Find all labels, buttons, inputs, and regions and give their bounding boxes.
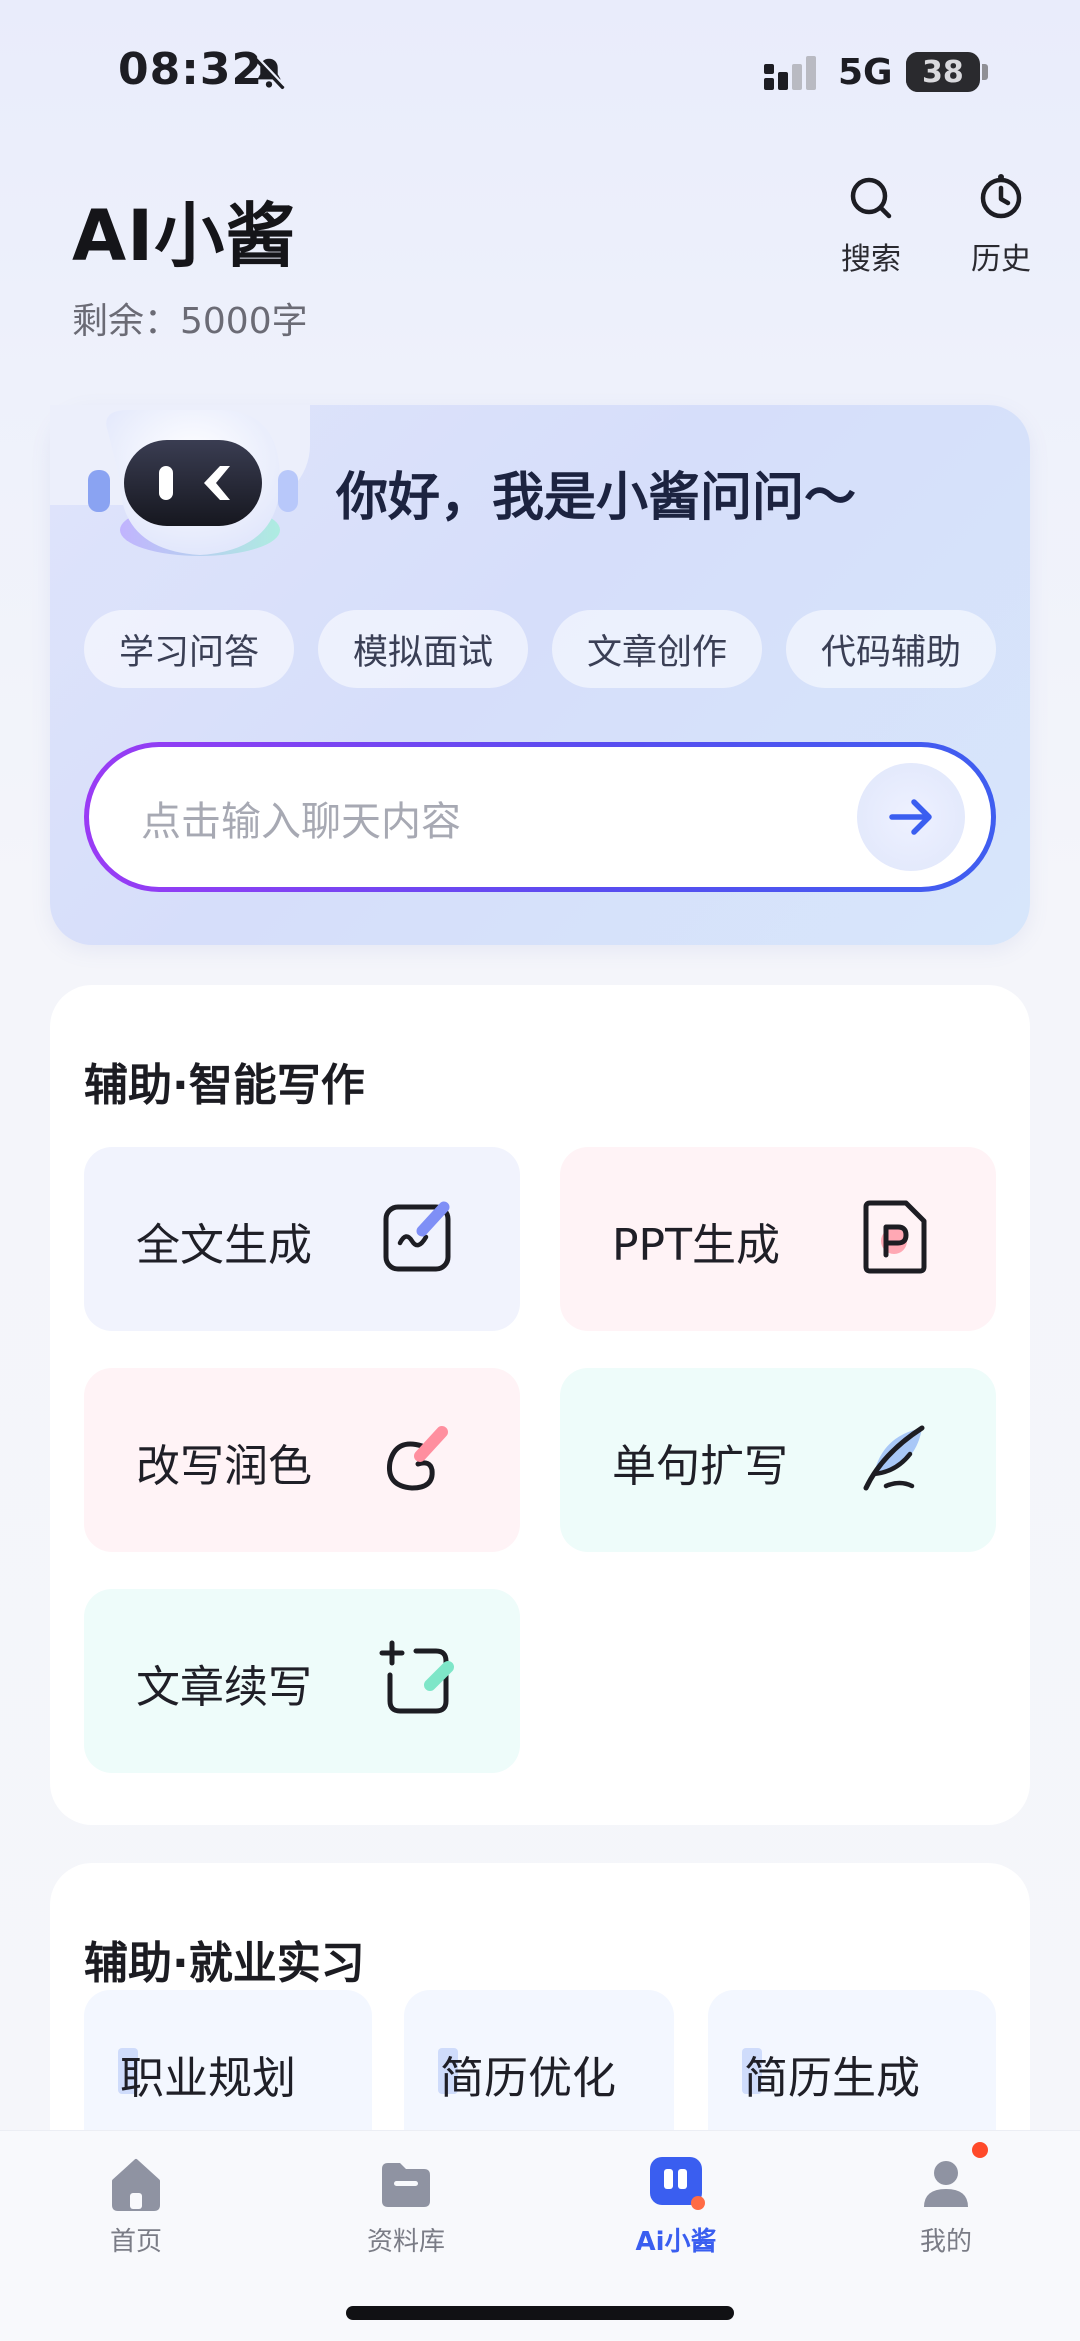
tool-ppt[interactable]: PPT生成 <box>560 1147 996 1331</box>
chip-article-writing[interactable]: 文章创作 <box>552 610 762 688</box>
greeting-text: 你好，我是小酱问问～ <box>336 468 857 528</box>
ai-chat-icon <box>650 2157 705 2210</box>
search-icon <box>850 177 892 219</box>
nav-home[interactable]: 首页 <box>66 2153 206 2258</box>
battery-icon: 38 <box>906 52 980 92</box>
tool-expand-sentence[interactable]: 单句扩写 <box>560 1368 996 1552</box>
chip-study-qa[interactable]: 学习问答 <box>84 610 294 688</box>
tool-full-text[interactable]: 全文生成 <box>84 1147 520 1331</box>
status-time: 08:32 <box>118 44 264 95</box>
network-label: 5G <box>838 52 893 93</box>
home-icon <box>112 2159 160 2211</box>
status-bar: 08:32 5G 38 <box>0 0 1080 140</box>
writing-section-title: 辅助·智能写作 <box>84 1060 365 1111</box>
tool-ppt-label: PPT生成 <box>612 1220 780 1271</box>
full-text-icon <box>383 1201 451 1272</box>
folder-icon <box>382 2163 430 2207</box>
nav-home-label: 首页 <box>109 2227 162 2257</box>
battery-nub <box>982 64 988 80</box>
tool-full-text-label: 全文生成 <box>136 1220 312 1271</box>
signal-icon <box>764 56 816 90</box>
tool-polish-label: 改写润色 <box>136 1441 312 1492</box>
feather-icon <box>863 1425 925 1491</box>
battery-level: 38 <box>922 55 964 90</box>
chip-mock-interview[interactable]: 模拟面试 <box>318 610 528 688</box>
resume-generate-label: 简历生成 <box>744 2053 920 2104</box>
tool-continue-label: 文章续写 <box>136 1662 312 1713</box>
chat-input[interactable]: 点击输入聊天内容 <box>89 747 991 887</box>
career-section-title: 辅助·就业实习 <box>84 1938 365 1989</box>
nav-library-label: 资料库 <box>366 2227 445 2257</box>
home-indicator <box>346 2306 734 2320</box>
chat-input-placeholder: 点击输入聊天内容 <box>141 799 461 845</box>
profile-icon <box>924 2161 968 2207</box>
chip-code-assist[interactable]: 代码辅助 <box>786 610 996 688</box>
robot-mascot-icon <box>88 410 298 556</box>
search-label: 搜索 <box>841 242 901 277</box>
bell-muted-icon <box>253 56 286 89</box>
nav-profile-label: 我的 <box>919 2227 972 2257</box>
chat-input-border: 点击输入聊天内容 <box>84 742 996 892</box>
arrow-right-icon <box>889 799 932 835</box>
search-button[interactable]: 搜索 <box>816 172 926 278</box>
career-planning-label: 职业规划 <box>120 2053 296 2104</box>
remaining-quota: 剩余：5000字 <box>72 301 308 342</box>
polish-icon <box>386 1426 448 1491</box>
notification-dot <box>972 2142 988 2158</box>
continue-icon <box>379 1640 454 1714</box>
history-label: 历史 <box>971 242 1031 277</box>
nav-library[interactable]: 资料库 <box>336 2153 476 2258</box>
tool-continue-writing[interactable]: 文章续写 <box>84 1589 520 1773</box>
nav-ai-chat[interactable]: Ai小酱 <box>606 2153 746 2258</box>
tool-expand-label: 单句扩写 <box>612 1441 788 1492</box>
resume-optimize-label: 简历优化 <box>440 2053 616 2104</box>
writing-section-card: 辅助·智能写作 全文生成 PPT生成 改写润色 单句扩写 文章续写 <box>50 985 1030 1825</box>
history-button[interactable]: 历史 <box>946 172 1056 278</box>
app-title: AI小酱 <box>72 195 297 277</box>
nav-profile[interactable]: 我的 <box>876 2153 1016 2258</box>
history-icon <box>980 174 1022 219</box>
tool-polish[interactable]: 改写润色 <box>84 1368 520 1552</box>
ppt-icon <box>863 1200 927 1274</box>
nav-ai-chat-label: Ai小酱 <box>635 2227 717 2257</box>
send-button[interactable] <box>857 763 965 871</box>
